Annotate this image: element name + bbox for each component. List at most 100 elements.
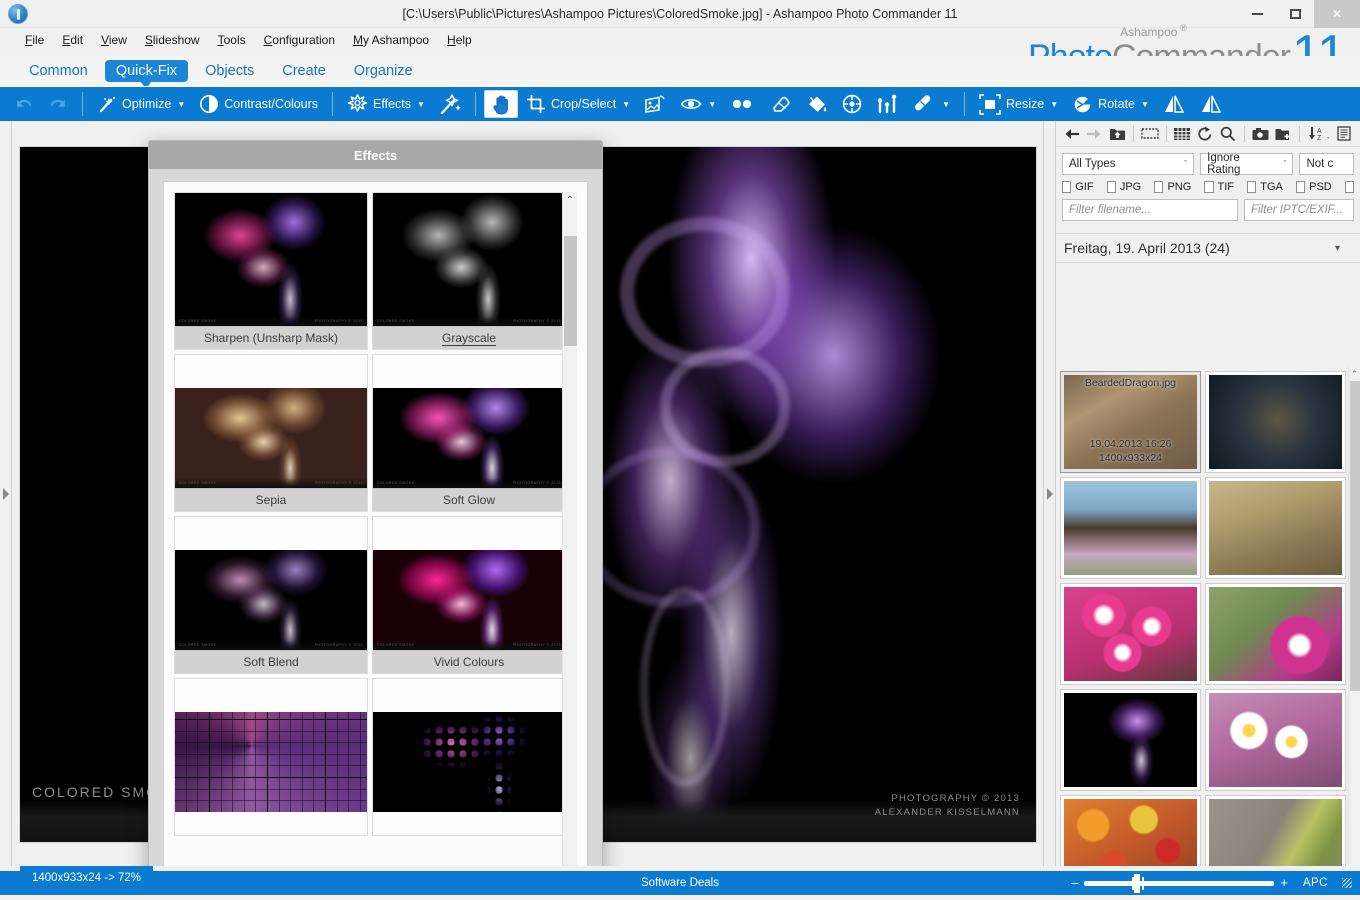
- forward-arrow-icon[interactable]: [1085, 124, 1105, 144]
- scroll-up-icon[interactable]: ⌃: [563, 192, 577, 209]
- effects-button[interactable]: Effects ▼: [341, 90, 431, 118]
- colour-wheel-button[interactable]: [836, 90, 868, 118]
- flip-horizontal-button[interactable]: [1157, 90, 1191, 118]
- checkbox-png[interactable]: [1154, 181, 1163, 193]
- up-folder-icon[interactable]: [1107, 124, 1127, 144]
- hand-icon: [491, 94, 511, 115]
- paint-bucket-button[interactable]: [800, 90, 834, 118]
- effect-item-soft-glow[interactable]: COLORED SMOKEPHOTOGRAPHY © 2013 Soft Glo…: [372, 354, 566, 512]
- contrast-colours-button[interactable]: Contrast/Colours: [193, 90, 324, 118]
- browser-scroll-up-icon[interactable]: ⌃: [1349, 367, 1360, 381]
- thumbnail-daisies[interactable]: [1205, 689, 1346, 791]
- tab-quick-fix[interactable]: Quick-Fix: [105, 60, 188, 82]
- levels-button[interactable]: [870, 90, 904, 118]
- effect-item-pixelate[interactable]: [174, 678, 368, 836]
- remove-blemish-button[interactable]: [724, 90, 760, 118]
- redo-button[interactable]: [42, 90, 74, 118]
- minimize-button[interactable]: [1238, 0, 1276, 28]
- camera-import-icon[interactable]: [1251, 124, 1271, 144]
- thumbnail-clematis[interactable]: [1205, 583, 1346, 685]
- thumbnail-bird[interactable]: [1205, 477, 1346, 579]
- type-filter-select[interactable]: All Types ˇ: [1062, 153, 1194, 175]
- right-panel-collapse-handle[interactable]: [1043, 121, 1055, 866]
- filmstrip-icon[interactable]: [1140, 124, 1160, 144]
- retouch-brush-button[interactable]: ▼: [906, 90, 956, 118]
- zoom-slider-thumb[interactable]: [1134, 874, 1140, 893]
- effect-item-sepia[interactable]: COLORED SMOKEPHOTOGRAPHY © 2013 Sepia: [174, 354, 368, 512]
- new-folder-icon[interactable]: [1273, 124, 1293, 144]
- crop-select-button[interactable]: Crop/Select ▼: [520, 90, 636, 118]
- thumbnail-butterfly[interactable]: [1060, 477, 1201, 579]
- filename-filter-input[interactable]: Filter filename...: [1062, 199, 1238, 221]
- iptc-filter-input[interactable]: Filter IPTC/EXIF...: [1244, 199, 1354, 221]
- thumbnail-fruit[interactable]: [1060, 795, 1201, 866]
- effect-item-soft-blend[interactable]: COLORED SMOKEPHOTOGRAPHY © 2013 Soft Ble…: [174, 516, 368, 674]
- menu-file[interactable]: FFileile: [16, 31, 53, 49]
- zoom-out-button[interactable]: –: [1071, 878, 1078, 888]
- close-button[interactable]: ✕: [1314, 0, 1360, 28]
- effects-scrollbar[interactable]: ⌃: [562, 192, 577, 888]
- zoom-slider-control[interactable]: – +: [1071, 878, 1288, 888]
- menu-edit[interactable]: Edit: [53, 31, 92, 49]
- menu-my-ashampoo[interactable]: My Ashampoo: [344, 31, 438, 49]
- grid-view-icon[interactable]: [1173, 124, 1193, 144]
- zoom-in-button[interactable]: +: [1280, 878, 1288, 888]
- resize-button[interactable]: Resize ▼: [973, 90, 1064, 118]
- checkbox-jpg[interactable]: [1107, 181, 1116, 193]
- thumbnail-spider[interactable]: [1205, 371, 1346, 473]
- tab-common[interactable]: Common: [18, 60, 99, 82]
- tab-objects[interactable]: Objects: [194, 60, 265, 82]
- thumbnail-bearded-dragon[interactable]: BeardedDragon.jpg 19.04.2013 16:26 1400x…: [1060, 371, 1201, 473]
- checkbox-tif[interactable]: [1204, 181, 1213, 193]
- browser-separator-3: [1244, 126, 1245, 142]
- straighten-button[interactable]: [638, 90, 672, 118]
- rotate-button[interactable]: Rotate ▼: [1066, 90, 1155, 118]
- effect-item-grayscale[interactable]: COLORED SMOKEPHOTOGRAPHY © 2013 Grayscal…: [372, 192, 566, 350]
- thumbnail-phlox[interactable]: [1060, 583, 1201, 685]
- menu-tools[interactable]: Tools: [209, 31, 255, 49]
- optimize-button[interactable]: Optimize ▼: [91, 90, 191, 118]
- effect-item-sharpen[interactable]: COLORED SMOKEPHOTOGRAPHY © 2013 Sharpen …: [174, 192, 368, 350]
- menu-view[interactable]: View: [92, 31, 136, 49]
- menu-configuration[interactable]: Configuration: [255, 31, 344, 49]
- thumbnail-grid[interactable]: BeardedDragon.jpg 19.04.2013 16:26 1400x…: [1056, 367, 1348, 866]
- tab-create[interactable]: Create: [271, 60, 337, 82]
- menu-help[interactable]: Help: [438, 31, 481, 49]
- chevron-down-icon-6: ▼: [1050, 100, 1058, 109]
- effect-item-halftone[interactable]: [372, 678, 566, 836]
- pan-hand-button[interactable]: [484, 90, 518, 118]
- sort-az-icon[interactable]: AZ: [1306, 124, 1332, 144]
- red-eye-button[interactable]: ▼: [674, 90, 722, 118]
- browser-scrollbar[interactable]: ⌃: [1348, 367, 1360, 866]
- tab-organize[interactable]: Organize: [343, 60, 424, 82]
- effects-extra-button[interactable]: [433, 90, 467, 118]
- undo-button[interactable]: [8, 90, 40, 118]
- crop-select-label: Crop/Select: [551, 97, 616, 111]
- checkbox-more[interactable]: [1345, 181, 1354, 193]
- menu-slideshow[interactable]: Slideshow: [136, 31, 209, 49]
- rating-filter-select[interactable]: Ignore Rating ˇ: [1200, 153, 1293, 175]
- left-panel-collapse-handle[interactable]: [0, 121, 12, 866]
- starburst-icon: [347, 94, 368, 115]
- flip-vertical-button[interactable]: [1193, 90, 1227, 118]
- effect-item-vivid-colours[interactable]: COLORED SMOKEPHOTOGRAPHY © 2013 Vivid Co…: [372, 516, 566, 674]
- zoom-slider-track[interactable]: [1084, 881, 1274, 886]
- checkbox-tga[interactable]: [1247, 181, 1256, 193]
- browser-filters: All Types ˇ Ignore Rating ˇ Not c GIF JP…: [1056, 147, 1360, 233]
- checkbox-gif[interactable]: [1062, 181, 1071, 193]
- eraser-button[interactable]: [762, 90, 798, 118]
- effects-scrollbar-thumb[interactable]: [564, 236, 577, 346]
- back-arrow-icon[interactable]: [1062, 124, 1082, 144]
- maximize-button[interactable]: [1276, 0, 1314, 28]
- browser-scrollbar-thumb[interactable]: [1350, 381, 1360, 691]
- thumbnail-grasshopper[interactable]: [1205, 795, 1346, 866]
- checkbox-psd[interactable]: [1296, 181, 1305, 193]
- search-icon[interactable]: [1218, 124, 1238, 144]
- extra-filter-select[interactable]: Not c: [1299, 153, 1354, 175]
- details-list-icon[interactable]: [1334, 124, 1354, 144]
- date-group-header[interactable]: Freitag, 19. April 2013 (24) ▾: [1056, 233, 1360, 263]
- thumbnail-colored-smoke[interactable]: [1060, 689, 1201, 791]
- resize-grip-icon[interactable]: [1342, 878, 1352, 888]
- refresh-icon[interactable]: [1195, 124, 1215, 144]
- effects-scroll-area[interactable]: COLORED SMOKEPHOTOGRAPHY © 2013 Sharpen …: [174, 192, 577, 888]
